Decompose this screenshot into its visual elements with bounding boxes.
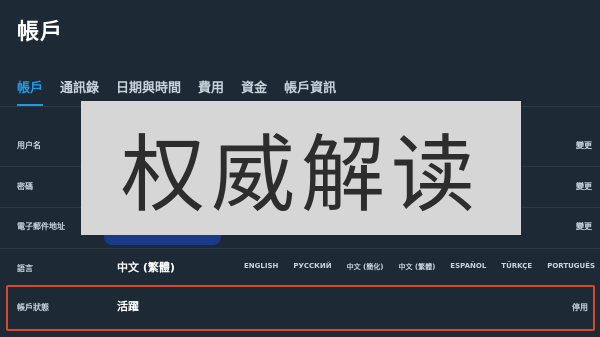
- page-title: 帳戶: [17, 20, 64, 45]
- language-option-chinese-simplified[interactable]: 中文 (簡化): [347, 262, 384, 272]
- deactivate-button[interactable]: 停用: [572, 302, 588, 313]
- language-option-turkish[interactable]: TÜRKÇE: [501, 262, 532, 272]
- account-status-highlight: [6, 285, 595, 331]
- email-label: 電子郵件地址: [17, 222, 65, 231]
- change-email-button[interactable]: 變更: [576, 221, 592, 232]
- language-option-russian[interactable]: РУССКИЙ: [293, 262, 331, 272]
- overlay-banner: 权威解读: [81, 101, 521, 235]
- account-page: 帳戶 帳戶 通訊錄 日期與時間 費用 資金 帳戶資訊 用户名 變更 密碼 變更 …: [0, 0, 600, 337]
- language-options: ENGLISH РУССКИЙ 中文 (簡化) 中文 (繁體) ESPAÑOL …: [244, 262, 595, 272]
- row-divider: [0, 248, 600, 249]
- change-password-button[interactable]: 變更: [576, 181, 592, 192]
- account-status-label: 帳戶狀態: [17, 303, 49, 312]
- tab-account[interactable]: 帳戶: [17, 77, 44, 107]
- username-label: 用户名: [17, 141, 41, 150]
- overlay-text: 权威解读: [120, 125, 481, 224]
- account-status-value: 活躍: [117, 300, 139, 313]
- language-option-portuguese[interactable]: PORTUGUÊS: [547, 262, 595, 272]
- password-label: 密碼: [17, 182, 33, 191]
- language-label: 語言: [17, 264, 33, 273]
- language-value: 中文 (繁體): [117, 261, 175, 274]
- language-option-chinese-traditional[interactable]: 中文 (繁體): [398, 262, 435, 272]
- language-option-spanish[interactable]: ESPAÑOL: [450, 262, 486, 272]
- language-option-english[interactable]: ENGLISH: [244, 262, 278, 272]
- change-username-button[interactable]: 變更: [576, 140, 592, 151]
